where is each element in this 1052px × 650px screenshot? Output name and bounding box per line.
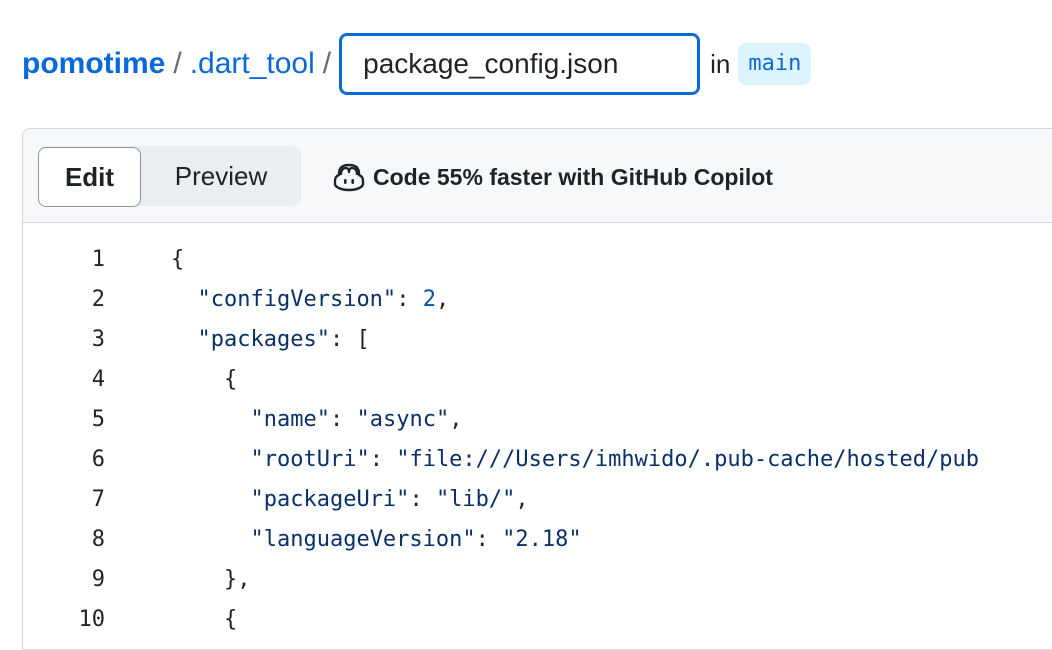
code-token: : <box>329 406 357 432</box>
breadcrumb-directory-link[interactable]: .dart_tool <box>190 47 315 81</box>
code-line[interactable]: 3 "packages": [ <box>23 319 1052 359</box>
line-code: }, <box>171 566 251 592</box>
code-token: , <box>515 486 529 512</box>
code-token: "file:///Users/imhwido/.pub-cache/hosted… <box>396 446 979 472</box>
code-token: "async" <box>356 406 450 432</box>
editor-panel: Edit Preview Code 55% faster with GitHub… <box>22 128 1052 650</box>
line-number: 7 <box>91 486 105 512</box>
code-editor[interactable]: 1{2 "configVersion": 2, 3 "packages": [4 … <box>23 223 1052 649</box>
code-token: "lib/" <box>435 486 516 512</box>
code-token: "2.18" <box>502 526 582 552</box>
line-code: "name": "async", <box>171 407 462 432</box>
copilot-icon <box>333 163 365 192</box>
code-token: "rootUri" <box>250 446 370 472</box>
code-line[interactable]: 4 { <box>23 359 1052 399</box>
breadcrumb-separator: / <box>173 47 182 80</box>
line-number: 10 <box>78 606 106 632</box>
code-token: : <box>409 486 436 512</box>
line-number: 3 <box>91 326 105 352</box>
line-code: { <box>171 247 184 272</box>
line-code: "rootUri": "file:///Users/imhwido/.pub-c… <box>171 447 979 472</box>
code-token: "packages" <box>197 326 330 352</box>
code-token: "languageVersion" <box>250 526 476 552</box>
line-code: "packageUri": "lib/", <box>171 486 529 512</box>
code-token: : [ <box>329 326 370 352</box>
code-line[interactable]: 2 "configVersion": 2, <box>23 279 1052 319</box>
breadcrumb-separator: / <box>322 47 332 80</box>
breadcrumb-repo-link[interactable]: pomotime <box>22 47 165 81</box>
code-token: , <box>435 286 450 312</box>
editor-toolbar: Edit Preview Code 55% faster with GitHub… <box>23 129 1052 223</box>
line-number: 9 <box>91 566 105 592</box>
code-token: }, <box>223 566 251 592</box>
code-token: , <box>449 406 463 432</box>
branch-badge: main <box>738 43 812 85</box>
code-token: 2 <box>422 286 436 312</box>
line-code: "languageVersion": "2.18" <box>171 526 582 552</box>
filename-input[interactable] <box>339 33 701 95</box>
code-token: : <box>369 446 397 472</box>
breadcrumb: pomotime / .dart_tool / in main <box>22 33 812 95</box>
code-token: "packageUri" <box>250 486 410 512</box>
code-token: { <box>223 366 238 392</box>
copilot-promo-link[interactable]: Code 55% faster with GitHub Copilot <box>333 160 773 194</box>
line-number: 6 <box>91 446 105 472</box>
code-token: "configVersion" <box>197 286 397 312</box>
code-line[interactable]: 10 { <box>23 599 1052 639</box>
code-line[interactable]: 9 }, <box>23 559 1052 599</box>
line-number: 8 <box>91 526 105 552</box>
code-line[interactable]: 1{ <box>23 239 1052 279</box>
code-line[interactable]: 7 "packageUri": "lib/", <box>23 479 1052 519</box>
line-code: "packages": [ <box>171 327 370 352</box>
line-number: 5 <box>91 406 105 432</box>
code-token: : <box>396 286 423 312</box>
code-line[interactable]: 6 "rootUri": "file:///Users/imhwido/.pub… <box>23 439 1052 479</box>
line-number: 2 <box>91 286 105 312</box>
tab-edit[interactable]: Edit <box>38 147 141 207</box>
line-code: { <box>171 607 237 632</box>
copilot-promo-text: Code 55% faster with GitHub Copilot <box>373 163 773 190</box>
line-number: 1 <box>91 246 105 272</box>
code-token: { <box>171 246 185 272</box>
line-code: "configVersion": 2, <box>171 286 450 312</box>
line-code: { <box>171 367 237 392</box>
line-number: 4 <box>91 366 105 392</box>
code-token: "name" <box>250 406 330 432</box>
code-token: { <box>223 606 238 632</box>
code-line[interactable]: 8 "languageVersion": "2.18" <box>23 519 1052 559</box>
in-label: in <box>710 48 731 79</box>
code-line[interactable]: 5 "name": "async", <box>23 399 1052 439</box>
tab-preview[interactable]: Preview <box>141 146 301 206</box>
edit-preview-tabs: Edit Preview <box>38 146 301 207</box>
code-token: : <box>475 526 503 552</box>
